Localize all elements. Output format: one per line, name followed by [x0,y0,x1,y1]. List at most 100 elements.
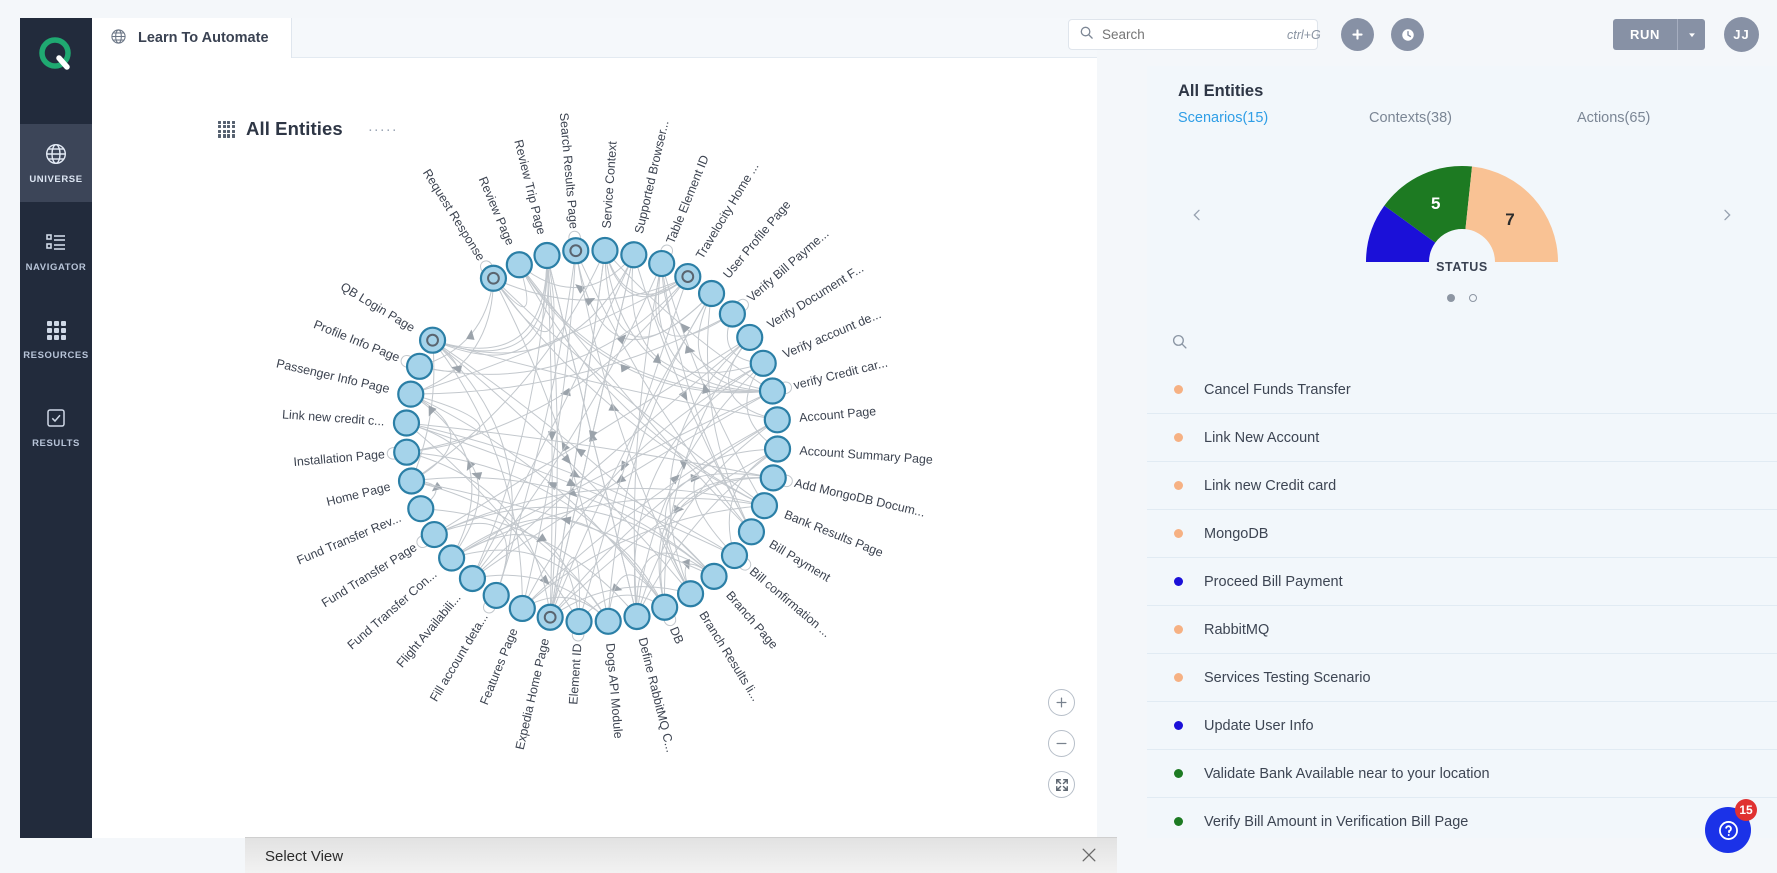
entities-menu-dots[interactable]: ····· [368,121,398,138]
left-nav-rail: UNIVERSE NAVIGATOR RESOURCES RESULTS [20,18,92,838]
top-bar-controls: ctrl+G RUN JJ [1068,0,1777,66]
tab-contexts[interactable]: Contexts(38) [1369,110,1452,126]
close-icon[interactable] [1079,845,1099,865]
graph-node[interactable] [393,438,421,466]
graph-node[interactable] [565,607,593,636]
graph-node[interactable] [594,607,622,635]
graph-node[interactable] [676,580,705,608]
tab-scenarios[interactable]: Scenarios(15) [1178,110,1268,126]
select-view-sheet: Select View [245,837,1117,873]
run-button-group[interactable]: RUN [1613,19,1705,50]
graph-node[interactable] [407,495,435,523]
zoom-out-button[interactable] [1048,730,1075,757]
help-notification-badge: 15 [1735,799,1757,821]
graph-node-label: Account Summary Page [799,444,933,467]
graph-node[interactable] [508,594,536,623]
sidebar-item-resources[interactable]: RESOURCES [20,300,92,378]
user-avatar[interactable]: JJ [1724,17,1759,52]
list-item[interactable]: Proceed Bill Payment [1147,558,1777,606]
graph-node-label: QB Login Page [338,280,417,335]
graph-nodes: Request ResponseReview PageReview Trip P… [275,112,933,754]
graph-node[interactable] [720,541,749,570]
graph-node[interactable] [648,249,676,278]
list-item[interactable]: Verify Bill Amount in Verification Bill … [1147,798,1777,836]
graph-node[interactable] [536,603,564,631]
fit-screen-button[interactable] [1048,771,1075,798]
graph-node[interactable] [392,409,421,437]
graph-node[interactable] [749,349,777,377]
list-item[interactable]: RabbitMQ [1147,606,1777,654]
tab-bar: Learn To Automate [92,18,1097,58]
list-item[interactable]: Update User Info [1147,702,1777,750]
search-shortcut: ctrl+G [1287,27,1321,42]
graph-node[interactable] [763,435,792,463]
graph-node[interactable] [697,279,726,308]
graph-node[interactable] [418,326,447,354]
gauge-prev-button[interactable] [1184,202,1210,228]
list-item[interactable]: MongoDB [1147,510,1777,558]
right-panel-title: All Entities [1178,82,1264,100]
graph-node[interactable] [420,520,448,549]
gauge-next-button[interactable] [1714,202,1740,228]
graph-node-label: Link new credit c... [282,407,385,428]
graph-node[interactable] [674,262,702,291]
graph-node-label: verify Credit car... [792,356,889,393]
graph-node[interactable] [505,251,533,279]
graph-edge [451,390,773,559]
graph-node[interactable] [737,518,766,546]
history-button[interactable] [1391,18,1424,51]
graph-canvas[interactable]: All Entities ····· Request Response Revie… [92,58,1097,838]
graph-node[interactable] [562,237,590,265]
graph-node[interactable] [479,264,508,292]
panel-search[interactable] [1171,324,1756,364]
graph-node[interactable] [620,241,648,269]
graph-node[interactable] [758,377,787,405]
grid-apps-icon [43,317,69,343]
page-dot-1[interactable] [1447,294,1455,302]
gauge-slice-value: 5 [1431,194,1440,213]
list-item-label: Services Testing Scenario [1204,669,1371,686]
sidebar-item-navigator[interactable]: NAVIGATOR [20,212,92,290]
tab-learn-to-automate[interactable]: Learn To Automate [92,18,292,58]
search-input[interactable] [1102,27,1279,42]
graph-node[interactable] [533,241,561,270]
run-button[interactable]: RUN [1613,19,1677,50]
graph-node[interactable] [750,492,779,520]
graph-node[interactable] [700,562,728,590]
sidebar-item-results[interactable]: RESULTS [20,388,92,466]
graph-node[interactable] [623,602,651,631]
run-dropdown-button[interactable] [1677,19,1705,50]
graph-node[interactable] [763,406,791,434]
grid-dots-icon [218,120,235,138]
graph-node[interactable] [438,544,466,572]
add-button[interactable] [1341,18,1374,51]
graph-node[interactable] [736,323,764,352]
entity-graph[interactable]: Request ResponseReview PageReview Trip P… [92,58,1097,838]
app-root: UNIVERSE NAVIGATOR RESOURCES RESULTS Lea… [0,0,1777,873]
list-item[interactable]: Validate Bank Available near to your loc… [1147,750,1777,798]
list-item[interactable]: Cancel Funds Transfer [1147,366,1777,414]
panel-search-input[interactable] [1196,336,1756,352]
status-badge [1174,673,1183,682]
app-logo[interactable] [20,18,92,90]
global-search[interactable]: ctrl+G [1068,19,1321,50]
scenario-list[interactable]: Cancel Funds Transfer Link New Account Lin… [1147,366,1777,836]
graph-node[interactable] [458,564,487,593]
tab-actions[interactable]: Actions(65) [1577,110,1650,126]
graph-node[interactable] [397,467,426,495]
zoom-in-button[interactable] [1048,689,1075,716]
list-item[interactable]: Link New Account [1147,414,1777,462]
graph-node[interactable] [405,352,434,380]
graph-edge-arrow [471,472,483,481]
list-item[interactable]: Services Testing Scenario [1147,654,1777,702]
graph-node[interactable] [591,236,619,265]
graph-node[interactable] [759,464,787,492]
status-gauge-widget: 57 STATUS [1147,150,1777,280]
sidebar-item-universe[interactable]: UNIVERSE [20,124,92,202]
graph-node[interactable] [651,593,679,621]
list-item[interactable]: Link new Credit card [1147,462,1777,510]
graph-node[interactable] [482,581,510,610]
page-dot-2[interactable] [1469,294,1477,302]
graph-node[interactable] [397,380,425,408]
graph-node[interactable] [718,300,746,328]
